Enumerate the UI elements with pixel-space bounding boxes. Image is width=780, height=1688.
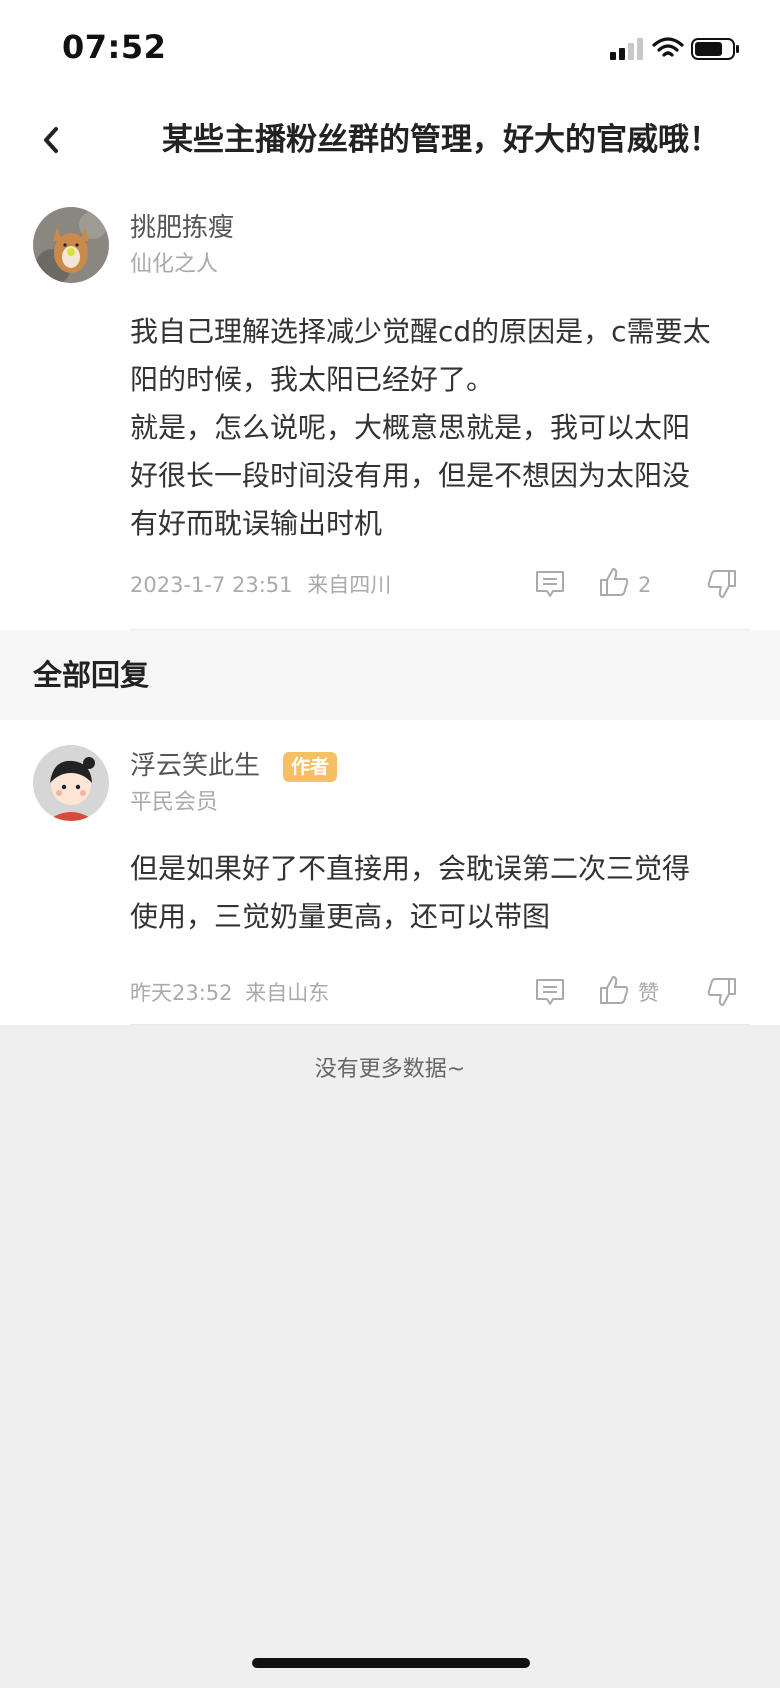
- reply-author[interactable]: 浮云笑此生: [130, 749, 260, 783]
- dog-avatar-icon: [33, 207, 109, 283]
- reply-meta: 昨天23:52 来自山东: [130, 978, 329, 1008]
- reply-location: 来自山东: [245, 981, 330, 1005]
- no-more-data-text: 没有更多数据~: [314, 1057, 466, 1082]
- dislike-icon[interactable]: [705, 567, 739, 601]
- reply-line: 使用，三觉奶量更高，还可以带图: [130, 900, 551, 933]
- comment-author[interactable]: 挑肥拣瘦: [130, 211, 234, 245]
- reply-icon[interactable]: [533, 567, 567, 601]
- author-rank: 平民会员: [130, 790, 219, 815]
- nav-bar: 某些主播粉丝群的管理，好大的官威哦！: [0, 95, 780, 185]
- section-header: 全部回复: [0, 630, 780, 720]
- comment-line: 有好而耽误输出时机: [130, 507, 383, 540]
- avatar[interactable]: [33, 207, 109, 283]
- back-button[interactable]: [28, 115, 78, 165]
- like-label: 赞: [638, 981, 659, 1005]
- comment-location: 来自四川: [307, 573, 392, 597]
- battery-icon: [691, 38, 739, 60]
- comment-body: 我自己理解选择减少觉醒cd的原因是，c需要太 阳的时候，我太阳已经好了。 就是，…: [130, 308, 750, 548]
- comment-line: 阳的时候，我太阳已经好了。: [130, 363, 495, 396]
- author-rank: 仙化之人: [130, 252, 219, 277]
- divider: [130, 1024, 750, 1025]
- reply-body: 但是如果好了不直接用，会耽误第二次三觉得 使用，三觉奶量更高，还可以带图: [130, 845, 750, 941]
- reply-icon[interactable]: [533, 975, 567, 1009]
- section-title: 全部回复: [33, 658, 150, 692]
- wifi-icon: [652, 37, 684, 57]
- comment-timestamp: 2023-1-7 23:51: [130, 573, 293, 597]
- comment-line: 好很长一段时间没有用，但是不想因为太阳没: [130, 459, 691, 492]
- cartoon-avatar-icon: [33, 745, 109, 821]
- cellular-signal-icon: [610, 38, 643, 60]
- like-icon[interactable]: [597, 973, 631, 1007]
- author-badge: 作者: [283, 752, 338, 782]
- dislike-icon[interactable]: [705, 975, 739, 1009]
- chevron-left-icon: [44, 127, 58, 153]
- page-title: 某些主播粉丝群的管理，好大的官威哦！: [162, 122, 720, 158]
- status-time: 07:52: [62, 28, 167, 66]
- reply-item: 浮云笑此生 作者 平民会员 但是如果好了不直接用，会耽误第二次三觉得 使用，三觉…: [0, 720, 780, 1025]
- home-indicator[interactable]: [252, 1658, 530, 1668]
- status-bar: 07:52: [0, 0, 780, 95]
- like-count: 2: [638, 573, 652, 597]
- comment-line: 我自己理解选择减少觉醒cd的原因是，c需要太: [130, 315, 711, 348]
- reply-line: 但是如果好了不直接用，会耽误第二次三觉得: [130, 852, 691, 885]
- reply-timestamp: 昨天23:52: [130, 981, 233, 1005]
- avatar[interactable]: [33, 745, 109, 821]
- main-comment: 挑肥拣瘦 仙化之人 我自己理解选择减少觉醒cd的原因是，c需要太 阳的时候，我太…: [0, 185, 780, 630]
- comment-line: 就是，怎么说呢，大概意思就是，我可以太阳: [130, 411, 691, 444]
- comment-meta: 2023-1-7 23:51 来自四川: [130, 570, 391, 600]
- status-icons: [610, 37, 739, 60]
- like-icon[interactable]: [597, 565, 631, 599]
